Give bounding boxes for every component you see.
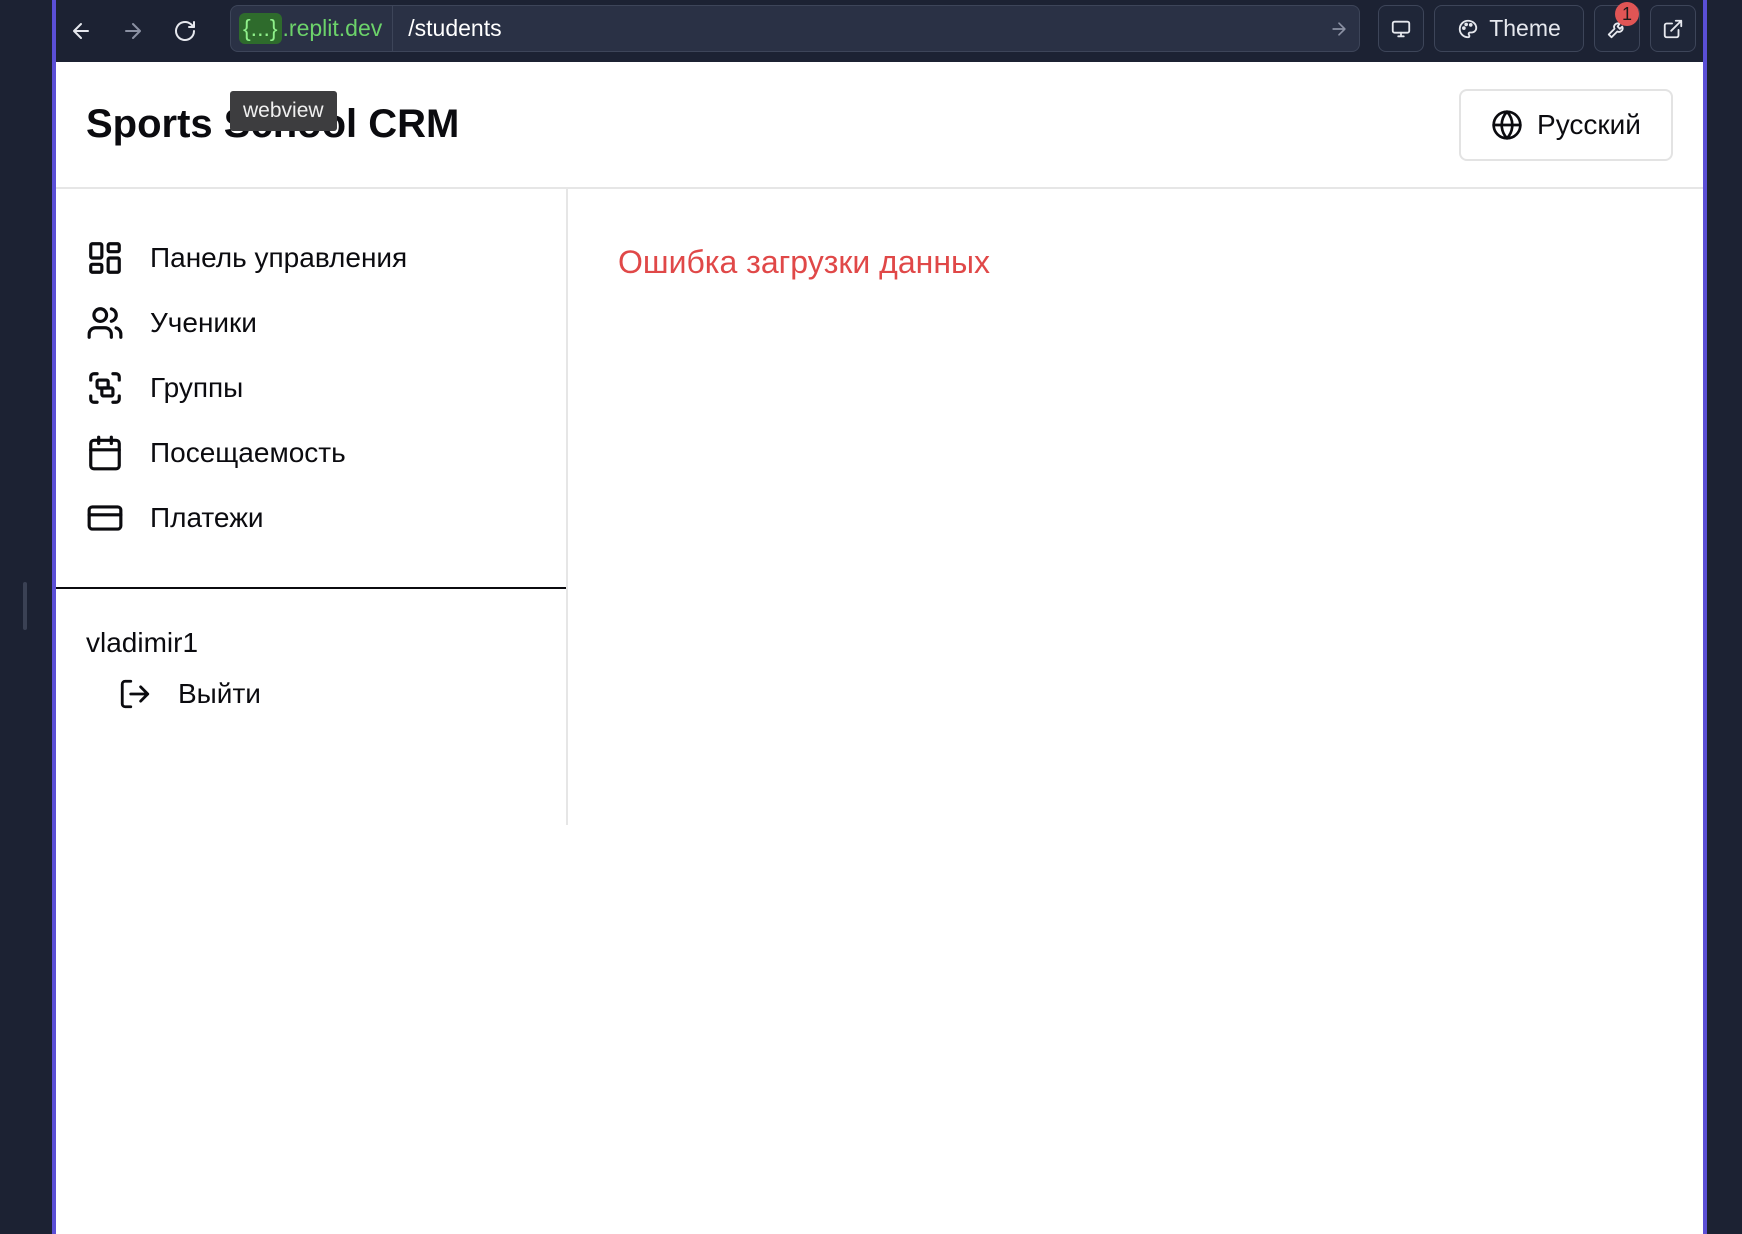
language-label: Русский [1537, 109, 1641, 140]
notification-badge: 1 [1615, 2, 1639, 26]
url-host: {...} .replit.dev [231, 6, 394, 51]
dashboard-icon [89, 242, 121, 274]
url-bar[interactable]: {...} .replit.dev /students [230, 5, 1360, 52]
reload-button[interactable] [164, 10, 206, 52]
users-icon [87, 307, 123, 339]
monitor-icon [1391, 20, 1411, 37]
external-link-icon [1663, 19, 1683, 38]
sidebar-item-label: Группы [150, 372, 244, 403]
logout-button[interactable]: Выйти [118, 677, 261, 711]
language-button[interactable]: Русский [1459, 89, 1673, 161]
url-path[interactable]: /students [393, 15, 1319, 42]
resize-handle[interactable] [23, 582, 27, 630]
sidebar-item-label: Платежи [150, 502, 264, 533]
url-go-button[interactable] [1319, 19, 1359, 39]
back-button[interactable] [60, 10, 102, 52]
credit-card-icon [87, 505, 123, 531]
sidebar-item-dashboard[interactable]: Панель управления [86, 239, 407, 277]
left-panel [0, 0, 52, 1234]
right-panel [1707, 0, 1742, 1234]
sidebar-item-students[interactable]: Ученики [86, 304, 257, 342]
arrow-right-icon [1332, 21, 1346, 36]
app-header: Sports School CRM webview Русский [56, 62, 1703, 189]
sidebar-item-attendance[interactable]: Посещаемость [86, 434, 346, 472]
app-content: Sports School CRM webview Русский Панель… [56, 62, 1703, 1234]
open-external-button[interactable] [1650, 5, 1696, 52]
url-host-braces: {...} [239, 13, 282, 44]
webview-tooltip: webview [230, 91, 337, 131]
sidebar: Панель управления Ученики Группы Посещае… [56, 189, 568, 825]
sidebar-item-label: Посещаемость [150, 437, 346, 468]
sidebar-item-payments[interactable]: Платежи [86, 499, 264, 537]
device-button[interactable] [1378, 5, 1424, 52]
arrow-right-icon [125, 23, 141, 39]
username: vladimir1 [86, 627, 199, 658]
sidebar-item-label: Панель управления [150, 242, 408, 273]
devtools-button[interactable]: 1 [1594, 2, 1640, 52]
theme-label: Theme [1489, 15, 1561, 41]
webview-frame: {...} .replit.dev /students Theme 1 Spor… [52, 0, 1707, 1234]
groups-icon [89, 372, 121, 404]
sidebar-item-label: Ученики [150, 307, 257, 338]
globe-icon [1492, 110, 1522, 140]
screen: {...} .replit.dev /students Theme 1 Spor… [0, 0, 1742, 1234]
error-message: Ошибка загрузки данных [618, 244, 990, 280]
theme-button[interactable]: Theme [1434, 5, 1584, 52]
palette-icon [1459, 19, 1478, 38]
sidebar-divider [56, 587, 566, 589]
reload-icon [175, 21, 195, 41]
sidebar-item-groups[interactable]: Группы [86, 369, 243, 407]
calendar-icon [89, 435, 121, 471]
logout-label: Выйти [178, 678, 261, 709]
logout-icon [120, 679, 150, 709]
arrow-left-icon [73, 23, 89, 39]
browser-toolbar: {...} .replit.dev /students Theme 1 [56, 0, 1703, 62]
url-host-domain: .replit.dev [282, 15, 383, 41]
forward-button[interactable] [112, 10, 154, 52]
